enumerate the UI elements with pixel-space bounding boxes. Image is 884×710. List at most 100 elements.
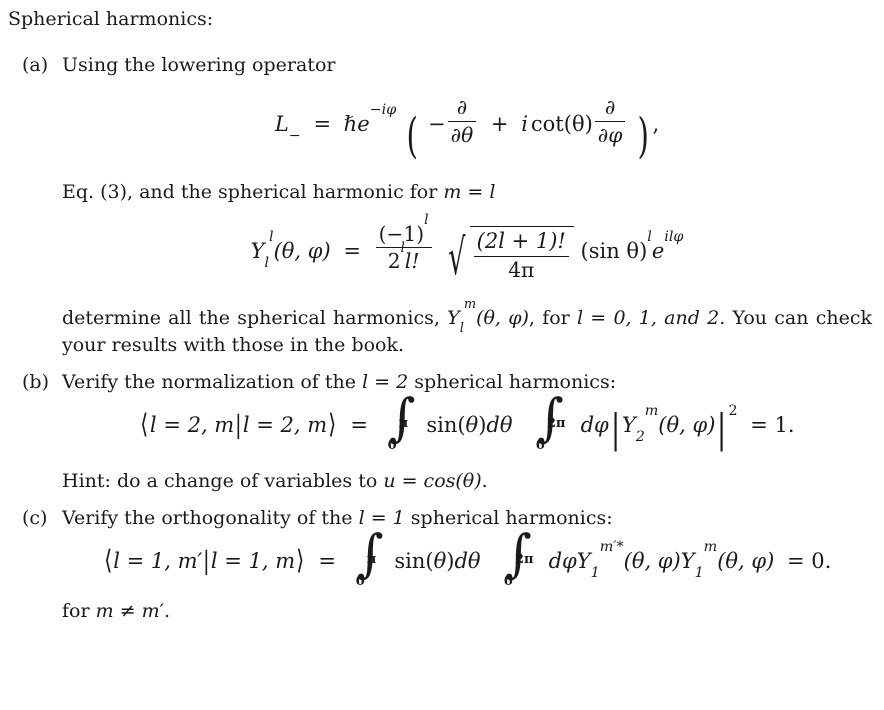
eq2-radicand: (2l + 1)! 4π bbox=[469, 226, 574, 283]
eq3-int1-body: sin(θ)dθ bbox=[426, 412, 513, 437]
eq3-ket: l = 2, m bbox=[242, 412, 328, 437]
eq2-sin-term: (sin θ) bbox=[581, 239, 648, 263]
page-title: Spherical harmonics: bbox=[8, 8, 214, 30]
list-item-c: (c) Verify the orthogonality of the l = … bbox=[0, 505, 884, 626]
item-b-intro-pre: Verify the normalization of the bbox=[62, 370, 363, 393]
eq1-exp-base: e bbox=[357, 112, 370, 137]
list-item-b: (b) Verify the normalization of the l = … bbox=[0, 369, 884, 495]
item-c-intro-pre: Verify the orthogonality of the bbox=[62, 506, 359, 529]
eq1-partial2-den: ∂φ bbox=[597, 122, 623, 147]
eq3-equals: = bbox=[350, 412, 368, 437]
eq3-Y-sub: 2 bbox=[635, 428, 645, 445]
eq4-ket-close: ⟩ bbox=[296, 545, 305, 577]
item-a-intro: Using the lowering operator bbox=[62, 54, 336, 76]
list-item-a: (a) Using the lowering operator L− = ℏe−… bbox=[0, 52, 884, 359]
eq4-equals: = bbox=[318, 548, 336, 573]
eq4-Y1-sup: m′* bbox=[599, 538, 624, 555]
eq2-args: (θ, φ) bbox=[273, 238, 331, 263]
eq3-reference: Eq. (3), and the spherical harmonic for bbox=[62, 180, 444, 203]
closing-post: . bbox=[163, 600, 170, 623]
hint-pre: Hint: do a change of variables to bbox=[62, 469, 384, 492]
eq3-result: = 1. bbox=[750, 412, 795, 437]
radical-icon: √ bbox=[448, 228, 466, 287]
eq4-Y2-args: (θ, φ) bbox=[717, 548, 775, 573]
eq1-paren-close: ) bbox=[637, 108, 649, 164]
integral-theta-icon: ∫ π 0 bbox=[351, 528, 385, 589]
eq3-bar: | bbox=[235, 409, 242, 440]
problem-list: (a) Using the lowering operator L− = ℏe−… bbox=[0, 52, 884, 625]
item-a-mid-text: Eq. (3), and the spherical harmonic for … bbox=[62, 179, 872, 206]
eq2-sqrt-den: 4π bbox=[508, 258, 535, 283]
item-a-tail: determine all the spherical harmonics, Y… bbox=[62, 298, 872, 359]
item-b-intro: Verify the normalization of the l = 2 sp… bbox=[62, 369, 872, 396]
eq4-int1-upper: π bbox=[366, 551, 377, 567]
item-a-body: Using the lowering operator L− = ℏe−iφ (… bbox=[62, 52, 872, 359]
eq2-frac-den: 2ll! bbox=[376, 241, 432, 274]
eq3-bra-open: ⟨ bbox=[140, 409, 149, 441]
tail-text-a: determine all the spherical harmonics, bbox=[62, 306, 448, 329]
eq3-int1-upper: π bbox=[398, 415, 409, 431]
tail-text-b: , for bbox=[528, 306, 577, 329]
eq2-sin-sup: l bbox=[647, 228, 652, 245]
eq2-sqrt-frac: (2l + 1)! 4π bbox=[473, 229, 569, 283]
eq2-exp-sup: ilφ bbox=[664, 228, 684, 245]
eq3-Y: Y bbox=[621, 412, 636, 437]
eq1-partial-num: ∂ bbox=[447, 95, 477, 122]
eq1-partial2-num: ∂ bbox=[594, 95, 626, 122]
closing-math: m ≠ m′ bbox=[95, 600, 164, 623]
eq1-i: i bbox=[521, 112, 528, 137]
eq3-abs-sup: 2 bbox=[728, 402, 738, 419]
eq3-int2-body: dφ bbox=[580, 412, 609, 437]
eq3-ket-close: ⟩ bbox=[328, 409, 337, 441]
item-b-hint: Hint: do a change of variables to u = co… bbox=[62, 468, 872, 495]
eq2-sqrt: √ (2l + 1)! 4π bbox=[441, 226, 574, 282]
eq3-Y-sup: m bbox=[644, 402, 659, 419]
eq2-Y-sup: l bbox=[269, 228, 274, 245]
item-c-intro: Verify the orthogonality of the l = 1 sp… bbox=[62, 505, 872, 532]
item-b-intro-post: spherical harmonics: bbox=[408, 370, 617, 393]
eq4-Y2: Y bbox=[680, 548, 695, 573]
eq2-equals: = bbox=[343, 238, 361, 263]
eq2-prefactor: (−1)l 2ll! bbox=[375, 214, 432, 274]
item-b-body: Verify the normalization of the l = 2 sp… bbox=[62, 369, 872, 495]
eq1-exp-sup: −iφ bbox=[369, 102, 397, 119]
eq4-int2-upper: 2π bbox=[514, 551, 534, 567]
equation-spherical-harmonic: Yll(θ, φ) = (−1)l 2ll! √ (2l + 1)! 4π (sin… bbox=[62, 214, 872, 283]
tail-Y-args: (θ, φ) bbox=[476, 306, 529, 329]
tail-Y: Y bbox=[447, 306, 460, 329]
tail-Y-sup: m bbox=[463, 297, 477, 313]
eq4-int1-body: sin(θ)dθ bbox=[394, 548, 481, 573]
eq4-Y1: Y bbox=[576, 548, 591, 573]
eq1-cot: cot(θ) bbox=[530, 112, 593, 137]
eq4-Y2-sub: 1 bbox=[694, 564, 704, 581]
item-c-closing: for m ≠ m′. bbox=[62, 598, 872, 625]
eq1-lhs-sub: − bbox=[288, 128, 301, 145]
hint-post: . bbox=[481, 469, 488, 492]
item-label-c: (c) bbox=[22, 506, 48, 529]
tail-Y-sub: l bbox=[459, 321, 464, 337]
item-c-body: Verify the orthogonality of the l = 1 sp… bbox=[62, 505, 872, 626]
eq4-result: = 0. bbox=[786, 548, 832, 573]
mid-math-ml: m = l bbox=[443, 180, 496, 203]
eq1-equals: = bbox=[313, 112, 332, 137]
item-label-b: (b) bbox=[22, 370, 49, 393]
eq1-hbar: ℏ bbox=[343, 112, 358, 137]
eq3-int2-lower: 0 bbox=[535, 438, 545, 454]
eq1-partial-phi: ∂ ∂φ bbox=[594, 95, 626, 147]
eq4-int2-lower: 0 bbox=[503, 574, 513, 590]
eq2-frac-den-sup: l bbox=[400, 240, 405, 256]
closing-pre: for bbox=[62, 600, 96, 623]
eq4-Y2-sup: m bbox=[703, 538, 718, 555]
eq2-exp-base: e bbox=[651, 238, 665, 263]
eq1-plus: + bbox=[490, 112, 509, 137]
eq3-bra: l = 2, m bbox=[149, 412, 235, 437]
tail-math-l-values: l = 0, 1, and 2. bbox=[576, 306, 726, 329]
eq3-args: (θ, φ) bbox=[658, 412, 716, 437]
eq2-sin-text: (sin θ) bbox=[580, 238, 648, 263]
